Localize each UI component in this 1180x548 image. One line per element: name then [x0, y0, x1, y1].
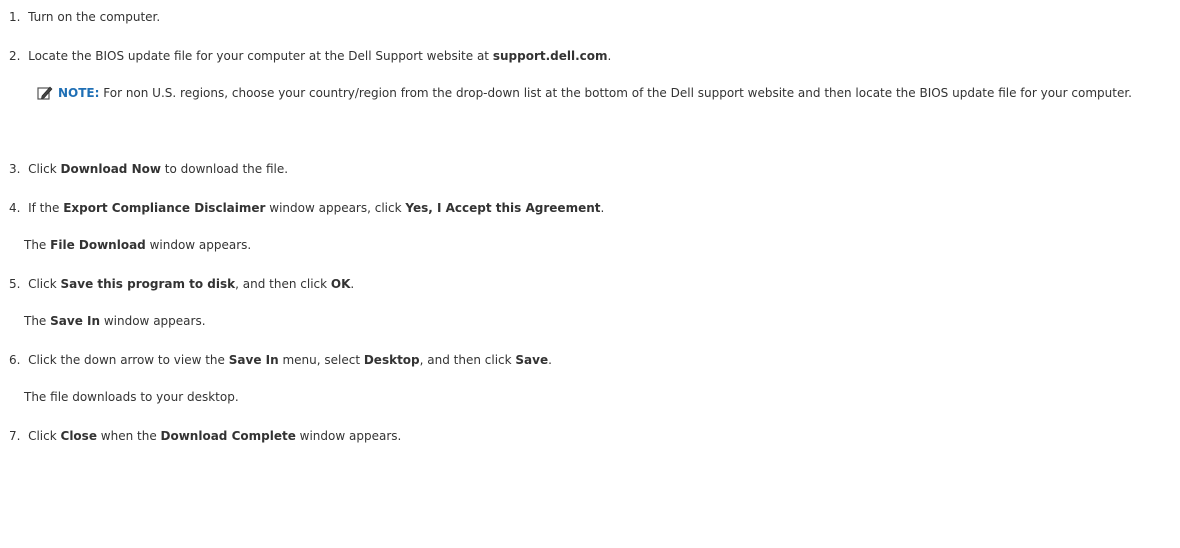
- download-complete-text: Download Complete: [160, 429, 296, 443]
- close-text: Close: [60, 429, 97, 443]
- step-5-result: The Save In window appears.: [24, 314, 206, 328]
- save-in-text: Save In: [50, 314, 101, 328]
- step-6-result: The file downloads to your desktop.: [24, 390, 239, 404]
- pencil-note-icon: [37, 86, 53, 100]
- step-number: 5.: [9, 277, 21, 291]
- export-disclaimer-text: Export Compliance Disclaimer: [63, 201, 266, 215]
- step-3: 3. Click Download Now to download the fi…: [9, 162, 289, 176]
- file-download-text: File Download: [50, 238, 146, 252]
- step-number: 4.: [9, 201, 21, 215]
- step-text: Locate the BIOS update file for your com…: [28, 49, 493, 63]
- step-2: 2. Locate the BIOS update file for your …: [9, 49, 612, 63]
- desktop-text: Desktop: [363, 353, 420, 367]
- save-program-text: Save this program to disk: [60, 277, 236, 291]
- step-text: Turn on the computer.: [28, 10, 161, 24]
- note-label: NOTE:: [58, 86, 100, 100]
- ok-text: OK: [330, 277, 351, 291]
- note-block: NOTE: For non U.S. regions, choose your …: [58, 87, 1168, 100]
- save-in-menu-text: Save In: [228, 353, 279, 367]
- save-text: Save: [515, 353, 549, 367]
- step-4-result: The File Download window appears.: [24, 238, 252, 252]
- step-1: 1. Turn on the computer.: [9, 10, 160, 25]
- support-link-text: support.dell.com: [492, 49, 608, 63]
- note-text: For non U.S. regions, choose your countr…: [99, 86, 1132, 100]
- step-7: 7. Click Close when the Download Complet…: [9, 429, 402, 443]
- step-number: 3.: [9, 162, 21, 176]
- accept-agreement-text: Yes, I Accept this Agreement: [405, 201, 601, 215]
- step-6: 6. Click the down arrow to view the Save…: [9, 353, 552, 367]
- step-number: 6.: [9, 353, 21, 367]
- step-5: 5. Click Save this program to disk, and …: [9, 277, 355, 291]
- step-number: 1.: [9, 10, 21, 24]
- step-4: 4. If the Export Compliance Disclaimer w…: [9, 201, 605, 215]
- step-number: 7.: [9, 429, 21, 443]
- download-now-text: Download Now: [60, 162, 161, 176]
- step-number: 2.: [9, 49, 21, 63]
